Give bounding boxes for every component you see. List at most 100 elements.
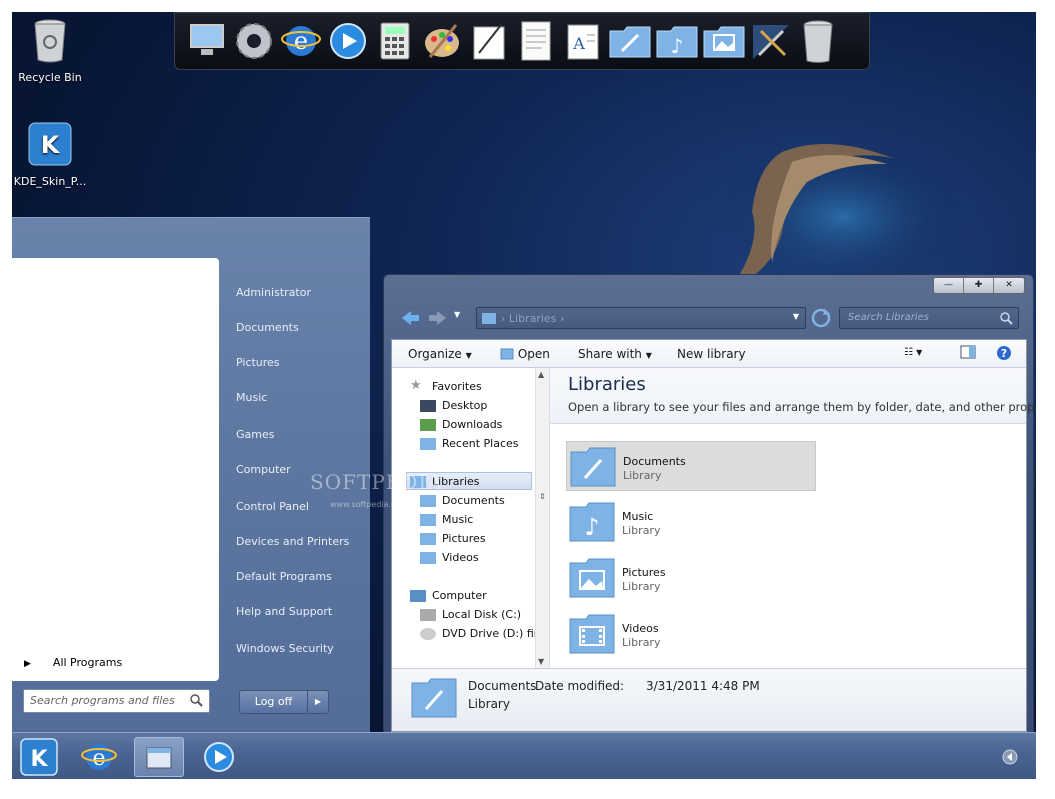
start-link-pictures[interactable]: Pictures [236,356,280,369]
scroll-up-icon[interactable]: ▲ [538,370,544,379]
desktop-icon-recycle-bin[interactable]: Recycle Bin [12,16,88,84]
nav-scrollbar[interactable]: ▲ ⇕ ▼ [535,368,549,668]
maximize-button[interactable]: ✚ [964,278,994,293]
nav-favorites[interactable]: ★ Favorites [410,378,482,393]
nav-documents[interactable]: Documents [420,494,505,507]
open-button[interactable]: Open [500,347,550,361]
dock-media-player[interactable] [326,18,370,64]
address-bar[interactable]: › Libraries › ▼ [476,307,806,329]
music-folder-icon [420,514,436,526]
start-link-help-support[interactable]: Help and Support [236,605,332,618]
back-arrow-icon[interactable] [400,309,420,327]
chevron-down-icon: ▼ [465,351,472,360]
dock-control-panel[interactable] [749,18,793,64]
wallpaper-island [717,142,967,292]
start-link-computer[interactable]: Computer [236,463,291,476]
view-list-icon: ☷ [904,347,913,358]
breadcrumb-separator-icon: › [501,312,509,325]
nav-music-label: Music [442,513,474,526]
recent-pages-chevron-icon[interactable]: ▼ [454,310,460,319]
open-icon [500,348,514,360]
dock-notepad[interactable] [467,18,511,64]
svg-text:K: K [30,747,48,772]
nav-computer[interactable]: Computer [410,589,487,602]
nav-downloads[interactable]: Downloads [420,418,503,431]
new-library-button[interactable]: New library [677,347,746,361]
recycle-bin-icon [803,20,833,63]
scroll-thumb-grip-icon[interactable]: ⇕ [539,492,546,501]
library-item-music[interactable]: ♪ Music Library [566,497,816,547]
help-button[interactable]: ? [996,345,1012,364]
library-item-videos[interactable]: Videos Library [566,609,816,659]
dock-ie[interactable]: e [279,18,323,64]
start-link-documents[interactable]: Documents [236,321,299,334]
nav-downloads-label: Downloads [442,418,503,431]
nav-music[interactable]: Music [420,513,474,526]
minimize-button[interactable]: — [934,278,964,293]
show-hidden-icons-icon[interactable] [1002,749,1018,765]
libraries-title: Libraries [568,374,646,395]
change-view-button[interactable]: ☷ ▼ [904,347,922,358]
triangle-right-icon: ▶ [24,659,31,669]
taskbar-file-manager[interactable] [134,737,184,777]
dock-wordpad[interactable]: A [561,18,605,64]
dock-paint[interactable] [420,18,464,64]
start-link-administrator[interactable]: Administrator [236,286,311,299]
nav-dvd-drive[interactable]: DVD Drive (D:) fine [420,627,548,640]
dock-computer[interactable] [185,18,229,64]
forward-arrow-icon[interactable] [428,309,448,327]
app-dock: e A ♪ [174,12,870,70]
all-programs-button[interactable]: ▶ All Programs [24,656,122,669]
library-item-documents[interactable]: Documents Library [566,441,816,491]
taskbar-media-player[interactable] [194,737,244,777]
nav-pictures[interactable]: Pictures [420,532,486,545]
start-link-windows-security[interactable]: Windows Security [236,642,334,655]
navigation-bar: ▼ › Libraries › ▼ Search Libraries [392,305,1025,331]
log-off-button[interactable]: Log off ▶ [239,690,329,714]
dock-music-folder[interactable]: ♪ [655,18,699,64]
taskbar-start-button[interactable]: K [14,737,64,777]
kde-start-icon: K [20,738,58,776]
organize-button[interactable]: Organize ▼ [408,347,472,361]
start-link-control-panel[interactable]: Control Panel [236,500,309,513]
nav-desktop[interactable]: Desktop [420,399,487,412]
start-search-input[interactable]: Search programs and files [23,689,210,713]
chevron-right-icon[interactable]: ▶ [308,691,328,713]
nav-recent-places[interactable]: Recent Places [420,437,519,450]
open-label: Open [517,347,550,361]
dock-documents-folder[interactable] [608,18,652,64]
nav-favorites-label: Favorites [432,380,482,393]
dock-recycle-bin[interactable] [796,18,840,64]
organize-label: Organize [408,347,462,361]
close-button[interactable]: ✕ [994,278,1024,293]
softpedia-watermark: SOFTPEDIA [310,470,443,494]
scroll-down-icon[interactable]: ▼ [538,657,544,666]
music-folder-icon: ♪ [656,26,698,58]
taskbar-internet-explorer[interactable]: e [74,737,124,777]
breadcrumb-libraries[interactable]: Libraries [509,312,557,325]
library-kind: Library [623,469,662,482]
refresh-icon[interactable] [811,308,831,328]
dock-text-document[interactable] [514,18,558,64]
recent-places-icon [420,438,436,450]
address-dropdown-icon[interactable]: ▼ [793,312,799,321]
navigation-pane: ★ Favorites Desktop Downloads Recent Plac… [392,368,550,668]
dock-pictures-folder[interactable] [702,18,746,64]
start-link-default-programs[interactable]: Default Programs [236,570,332,583]
library-kind: Library [622,580,661,593]
breadcrumb-separator-icon: › [556,312,565,325]
start-link-games[interactable]: Games [236,428,274,441]
nav-local-disk[interactable]: Local Disk (C:) [420,608,521,621]
details-pane: Documents Date modified: 3/31/2011 4:48 … [392,668,1026,731]
start-link-devices-printers[interactable]: Devices and Printers [236,535,349,548]
start-link-music[interactable]: Music [236,391,267,404]
desktop-icon-kde-skin[interactable]: K KDE_Skin_P... [12,120,88,188]
music-folder-icon: ♪ [569,502,615,542]
dock-settings[interactable] [232,18,276,64]
dock-calculator[interactable] [373,18,417,64]
library-item-pictures[interactable]: Pictures Library [566,553,816,603]
search-libraries-input[interactable]: Search Libraries [839,307,1019,329]
share-with-button[interactable]: Share with ▼ [578,347,652,361]
preview-pane-button[interactable] [960,345,976,362]
nav-videos[interactable]: Videos [420,551,479,564]
